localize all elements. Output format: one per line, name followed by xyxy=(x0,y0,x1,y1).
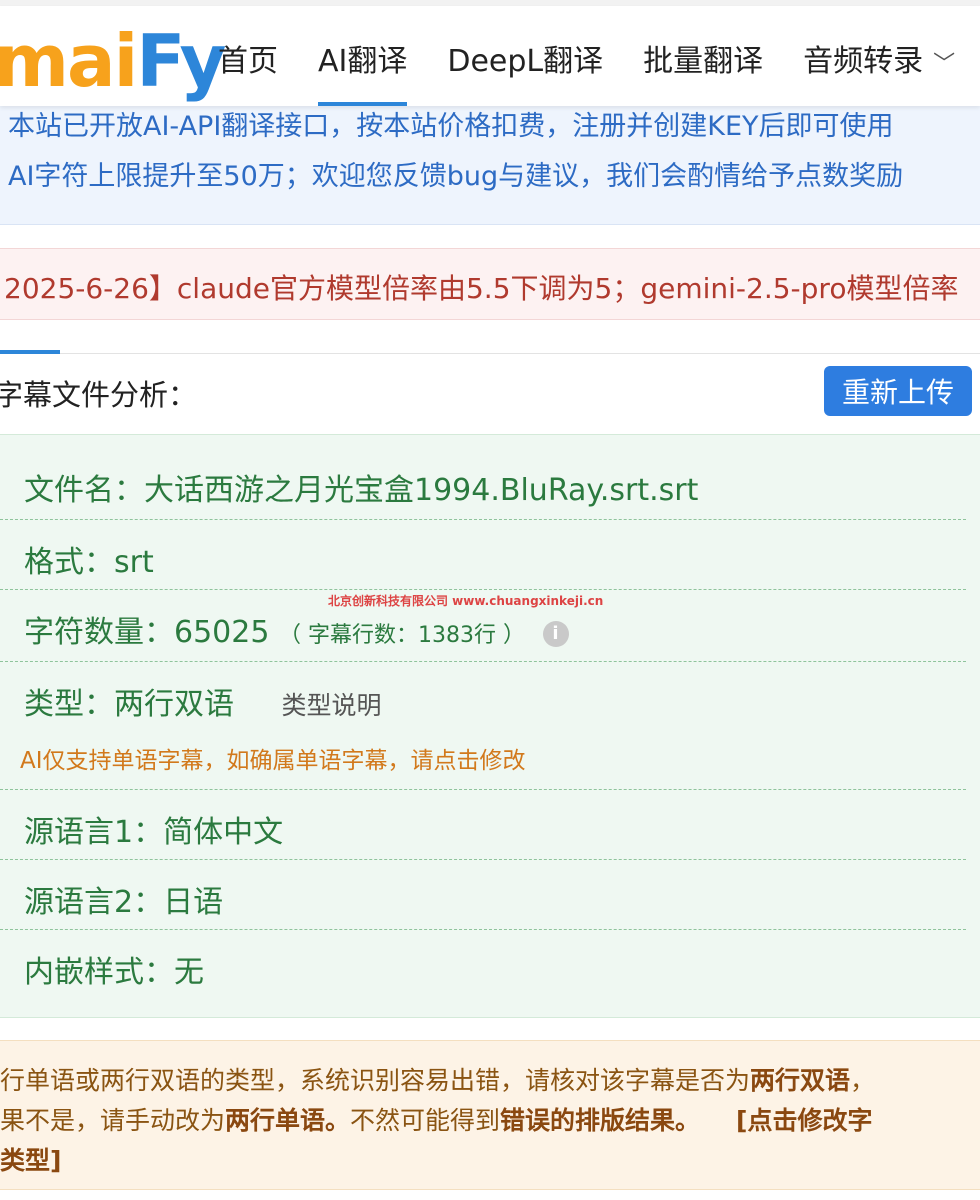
source-lang1-row: 源语言1：简体中文 xyxy=(0,789,966,860)
type-block: 类型：两行双语 类型说明 xyxy=(24,679,382,723)
format-row: 格式：srt xyxy=(0,519,966,590)
notice-line-update: 2025-6-26】claude官方模型倍率由5.5下调为5；gemini-2.… xyxy=(4,272,959,305)
nav-batch-translate[interactable]: 批量翻译 xyxy=(643,36,763,80)
char-count-value: 字符数量：65025 xyxy=(24,615,270,650)
source-lang1-value: 源语言1：简体中文 xyxy=(24,815,284,850)
analysis-title: 字幕文件分析： xyxy=(0,378,198,412)
warning-line-1: 行单语或两行双语的类型，系统识别容易出错，请核对该字幕是否为两行双语， xyxy=(0,1066,876,1095)
nav-home[interactable]: 首页 xyxy=(218,36,278,80)
filename-value: 文件名：大话西游之月光宝盒1994.BluRay.srt.srt xyxy=(24,473,699,508)
warning-line-3[interactable]: 类型] xyxy=(0,1141,61,1177)
watermark-text: 北京创新科技有限公司 www.chuangxinkeji.cn xyxy=(328,594,604,608)
nav-ai-translate[interactable]: AI翻译 xyxy=(318,36,408,106)
source-lang2-value: 源语言2：日语 xyxy=(24,885,224,920)
embedded-style-row: 内嵌样式：无 xyxy=(0,929,966,1017)
tab-divider xyxy=(0,353,980,354)
line-count-value: （ 字幕行数：1383行 ） xyxy=(278,623,525,648)
type-description-link[interactable]: 类型说明 xyxy=(282,691,382,720)
notice-line-limit: AI字符上限提升至50万；欢迎您反馈bug与建议，我们会酌情给予点数奖励 xyxy=(8,161,904,192)
source-lang2-row: 源语言2：日语 xyxy=(0,859,966,930)
site-header: maiFy 首页 AI翻译 DeepL翻译 批量翻译 音频转录 ﹀ xyxy=(0,6,980,106)
ai-only-note-link[interactable]: AI仅支持单语字幕，如确属单语字幕，请点击修改 xyxy=(20,741,526,775)
warning-line-2: 果不是，请手动改为两行单语。不然可能得到错误的排版结果。 [点击修改字 xyxy=(0,1106,873,1135)
type-row: 类型：两行双语 类型说明 AI仅支持单语字幕，如确属单语字幕，请点击修改 xyxy=(0,661,966,790)
site-logo[interactable]: maiFy xyxy=(0,16,226,106)
type-value: 类型：两行双语 xyxy=(24,687,234,722)
reupload-button[interactable]: 重新上传 xyxy=(824,366,972,416)
filename-row: 文件名：大话西游之月光宝盒1994.BluRay.srt.srt xyxy=(0,435,966,520)
nav-audio-transcribe[interactable]: 音频转录 ﹀ xyxy=(803,36,955,80)
format-value: 格式：srt xyxy=(24,545,154,580)
active-tab-indicator xyxy=(0,350,60,354)
update-notice-banner: 2025-6-26】claude官方模型倍率由5.5下调为5；gemini-2.… xyxy=(0,248,980,320)
char-count-block: 字符数量：65025 （ 字幕行数：1383行 ） i xyxy=(24,607,569,651)
main-nav: 首页 AI翻译 DeepL翻译 批量翻译 音频转录 ﹀ xyxy=(218,36,955,106)
edit-type-link[interactable]: [点击修改字 xyxy=(736,1106,872,1135)
notice-line-api: 本站已开放AI-API翻译接口，按本站价格扣费，注册并创建KEY后即可使用 xyxy=(8,111,894,142)
subtitle-type-warning: 行单语或两行双语的类型，系统识别容易出错，请核对该字幕是否为两行双语， 果不是，… xyxy=(0,1040,980,1190)
embedded-style-value: 内嵌样式：无 xyxy=(24,955,204,990)
info-icon[interactable]: i xyxy=(542,620,569,647)
chevron-down-icon: ﹀ xyxy=(933,52,956,77)
file-info-panel: 文件名：大话西游之月光宝盒1994.BluRay.srt.srt 格式：srt … xyxy=(0,434,980,1018)
nav-deepl-translate[interactable]: DeepL翻译 xyxy=(447,36,603,80)
